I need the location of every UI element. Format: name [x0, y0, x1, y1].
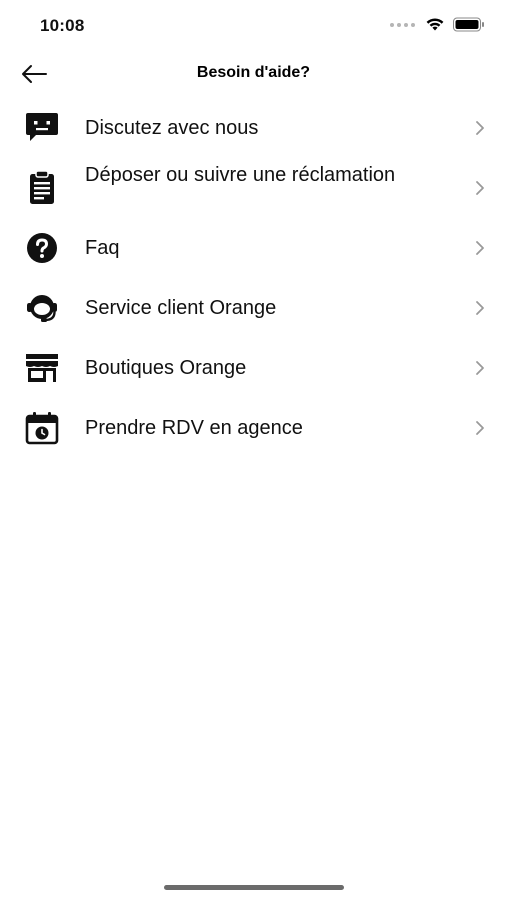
status-bar: 10:08: [0, 0, 507, 52]
menu-item-label: Faq: [85, 237, 120, 259]
status-time: 10:08: [40, 16, 85, 35]
wifi-icon: [426, 18, 444, 31]
headset-agent-icon: [24, 290, 60, 326]
chat-bubble-icon: [24, 110, 60, 146]
menu-item-label: Boutiques Orange: [85, 357, 247, 379]
header: Besoin d'aide?: [0, 52, 507, 96]
menu-item-customer-service[interactable]: Service client Orange: [0, 278, 507, 338]
clipboard-icon: [24, 170, 60, 206]
chevron-right-icon: [473, 119, 487, 137]
menu-item-label: Prendre RDV en agence: [85, 417, 303, 439]
chevron-right-icon: [473, 239, 487, 257]
home-indicator[interactable]: [164, 885, 344, 890]
menu-item-label: Déposer ou suivre une réclamation: [85, 164, 396, 186]
battery-icon: [453, 17, 484, 32]
menu-item-appointment[interactable]: Prendre RDV en agence: [0, 398, 507, 458]
menu-item-complaint[interactable]: Déposer ou suivre une réclamation: [0, 158, 507, 218]
chevron-right-icon: [473, 419, 487, 437]
signal-dots-icon: [390, 22, 415, 27]
chevron-right-icon: [473, 179, 487, 197]
menu-item-stores[interactable]: Boutiques Orange: [0, 338, 507, 398]
chevron-right-icon: [473, 299, 487, 317]
page-title: Besoin d'aide?: [196, 64, 311, 81]
menu-item-faq[interactable]: Faq: [0, 218, 507, 278]
question-circle-icon: [24, 230, 60, 266]
chevron-right-icon: [473, 359, 487, 377]
store-icon: [24, 350, 60, 386]
help-menu-list: Discutez avec nous Déposer ou suivre une…: [0, 98, 507, 458]
menu-item-chat[interactable]: Discutez avec nous: [0, 98, 507, 158]
calendar-clock-icon: [24, 410, 60, 446]
menu-item-label: Discutez avec nous: [85, 117, 259, 139]
help-screen: 10:08 Besoin d'aide? Discutez avec nous …: [0, 0, 507, 900]
menu-item-label: Service client Orange: [85, 297, 277, 319]
status-icons: [390, 17, 485, 32]
